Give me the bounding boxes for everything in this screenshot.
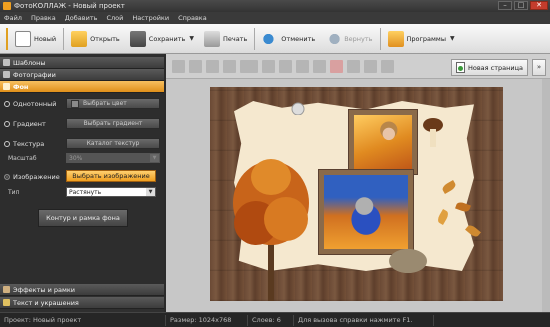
menu-edit[interactable]: Правка [31, 14, 56, 22]
undo-arrow-icon [262, 30, 279, 47]
open-button[interactable]: Открыть [66, 27, 125, 51]
new-page-button[interactable]: Новая страница [450, 59, 528, 76]
programs-button[interactable]: Программы ▼ [383, 27, 460, 51]
printer-icon [203, 30, 220, 47]
menu-bar: Файл Правка Добавить Слой Настройки Спра… [0, 12, 550, 24]
menu-add[interactable]: Добавить [65, 14, 98, 22]
hedgehog-image [386, 247, 430, 275]
section-templates[interactable]: Шаблоны [0, 57, 164, 69]
redo-button[interactable]: Вернуть [320, 27, 377, 51]
close-button[interactable]: ✕ [530, 1, 548, 10]
choose-image-button[interactable]: Выбрать изображение [66, 170, 156, 182]
delete-icon[interactable] [330, 59, 343, 73]
print-button[interactable]: Печать [199, 27, 252, 51]
photo-girl-autumn [354, 115, 412, 169]
section-text[interactable]: Текст и украшения [0, 297, 164, 309]
send-back-icon[interactable] [223, 59, 236, 73]
text-icon [3, 299, 10, 306]
menu-file[interactable]: Файл [4, 14, 22, 22]
background-icon [3, 83, 10, 90]
folder-icon [71, 30, 88, 47]
new-document-icon [15, 30, 31, 47]
image-radio[interactable] [4, 174, 10, 180]
menu-settings[interactable]: Настройки [132, 14, 169, 22]
minimize-button[interactable]: – [498, 1, 512, 10]
status-help: Для вызова справки нажмите F1. [294, 314, 434, 326]
crop-icon[interactable] [347, 59, 360, 73]
photo-cat-leaves [324, 175, 408, 249]
texture-option[interactable]: Текстура [4, 140, 44, 148]
flip-vertical-icon[interactable] [313, 59, 326, 73]
menu-help[interactable]: Справка [178, 14, 207, 22]
left-panel: Шаблоны Фотографии Фон Однотонный Выбрат… [0, 54, 164, 312]
color-swatch [71, 99, 79, 108]
photo-frame-2[interactable] [318, 169, 414, 255]
rotate-left-icon[interactable] [262, 59, 275, 73]
scale-label: Масштаб [8, 155, 37, 162]
section-background[interactable]: Фон [0, 81, 164, 93]
status-layers: Слоев: 6 [248, 314, 294, 326]
rotate-right-icon[interactable] [279, 59, 292, 73]
send-backward-icon[interactable] [206, 59, 219, 73]
choose-color-button[interactable]: Выбрать цвет [66, 98, 160, 109]
choose-gradient-button[interactable]: Выбрать градиент [66, 118, 160, 129]
scale-select[interactable]: 30% ▼ [66, 153, 160, 163]
photo-frame-1[interactable] [348, 109, 418, 175]
solid-option[interactable]: Однотонный [4, 100, 56, 108]
mushroom-image [423, 118, 443, 147]
type-label: Тип [8, 189, 20, 196]
status-size: Размер: 1024x768 [166, 314, 248, 326]
texture-catalog-button[interactable]: Каталог текстур [66, 138, 160, 149]
templates-icon [3, 59, 10, 66]
chevron-down-icon[interactable]: ▼ [450, 35, 455, 42]
new-page-icon [455, 62, 465, 73]
properties-icon[interactable] [381, 59, 394, 73]
title-bar: ФотоКОЛЛАЖ - Новый проект – □ ✕ [0, 0, 550, 12]
redo-arrow-icon [325, 30, 342, 47]
photos-icon [3, 71, 10, 78]
type-select[interactable]: Растянуть ▼ [66, 187, 156, 197]
app-logo-icon [3, 2, 11, 10]
texture-radio[interactable] [4, 141, 10, 147]
section-photos[interactable]: Фотографии [0, 69, 164, 81]
align-icon[interactable] [240, 59, 258, 73]
new-button[interactable]: Новый [10, 27, 61, 51]
canvas-area: Новая страница » [166, 54, 550, 312]
undo-button[interactable]: Отменить [257, 27, 320, 51]
autumn-tree [233, 159, 309, 301]
chevron-down-icon: ▼ [146, 188, 155, 196]
ornament-ball [291, 102, 305, 115]
effects-icon [3, 286, 10, 293]
menu-layer[interactable]: Слой [106, 14, 123, 22]
gift-box-icon [387, 30, 404, 47]
status-project: Проект: Новый проект [0, 314, 166, 326]
solid-radio[interactable] [4, 101, 10, 107]
gradient-radio[interactable] [4, 121, 10, 127]
save-button[interactable]: Сохранить ▼ [125, 27, 199, 51]
floppy-icon [129, 30, 146, 47]
collapse-panel-button[interactable]: » [532, 59, 546, 76]
maximize-button[interactable]: □ [514, 1, 528, 10]
canvas-scrollbar[interactable] [542, 79, 550, 312]
main-toolbar: Новый Открыть Сохранить ▼ Печать Отменит… [0, 24, 550, 54]
edit-toolbar: Новая страница » [166, 54, 550, 79]
status-bar: Проект: Новый проект Размер: 1024x768 Сл… [0, 312, 550, 327]
chevron-down-icon: ▼ [150, 154, 159, 162]
flip-horizontal-icon[interactable] [296, 59, 309, 73]
settings-gear-icon[interactable] [364, 59, 377, 73]
section-effects[interactable]: Эффекты и рамки [0, 284, 164, 296]
bring-front-icon[interactable] [172, 59, 185, 73]
bring-forward-icon[interactable] [189, 59, 202, 73]
contour-frame-button[interactable]: Контур и рамка фона [38, 209, 128, 227]
window-title: ФотоКОЛЛАЖ - Новый проект [14, 2, 125, 10]
chevron-down-icon[interactable]: ▼ [189, 35, 194, 42]
image-option[interactable]: Изображение [4, 173, 60, 181]
gradient-option[interactable]: Градиент [4, 120, 46, 128]
background-options: Однотонный Выбрать цвет Градиент Выбрать… [0, 93, 164, 288]
collage-canvas[interactable] [210, 87, 503, 301]
